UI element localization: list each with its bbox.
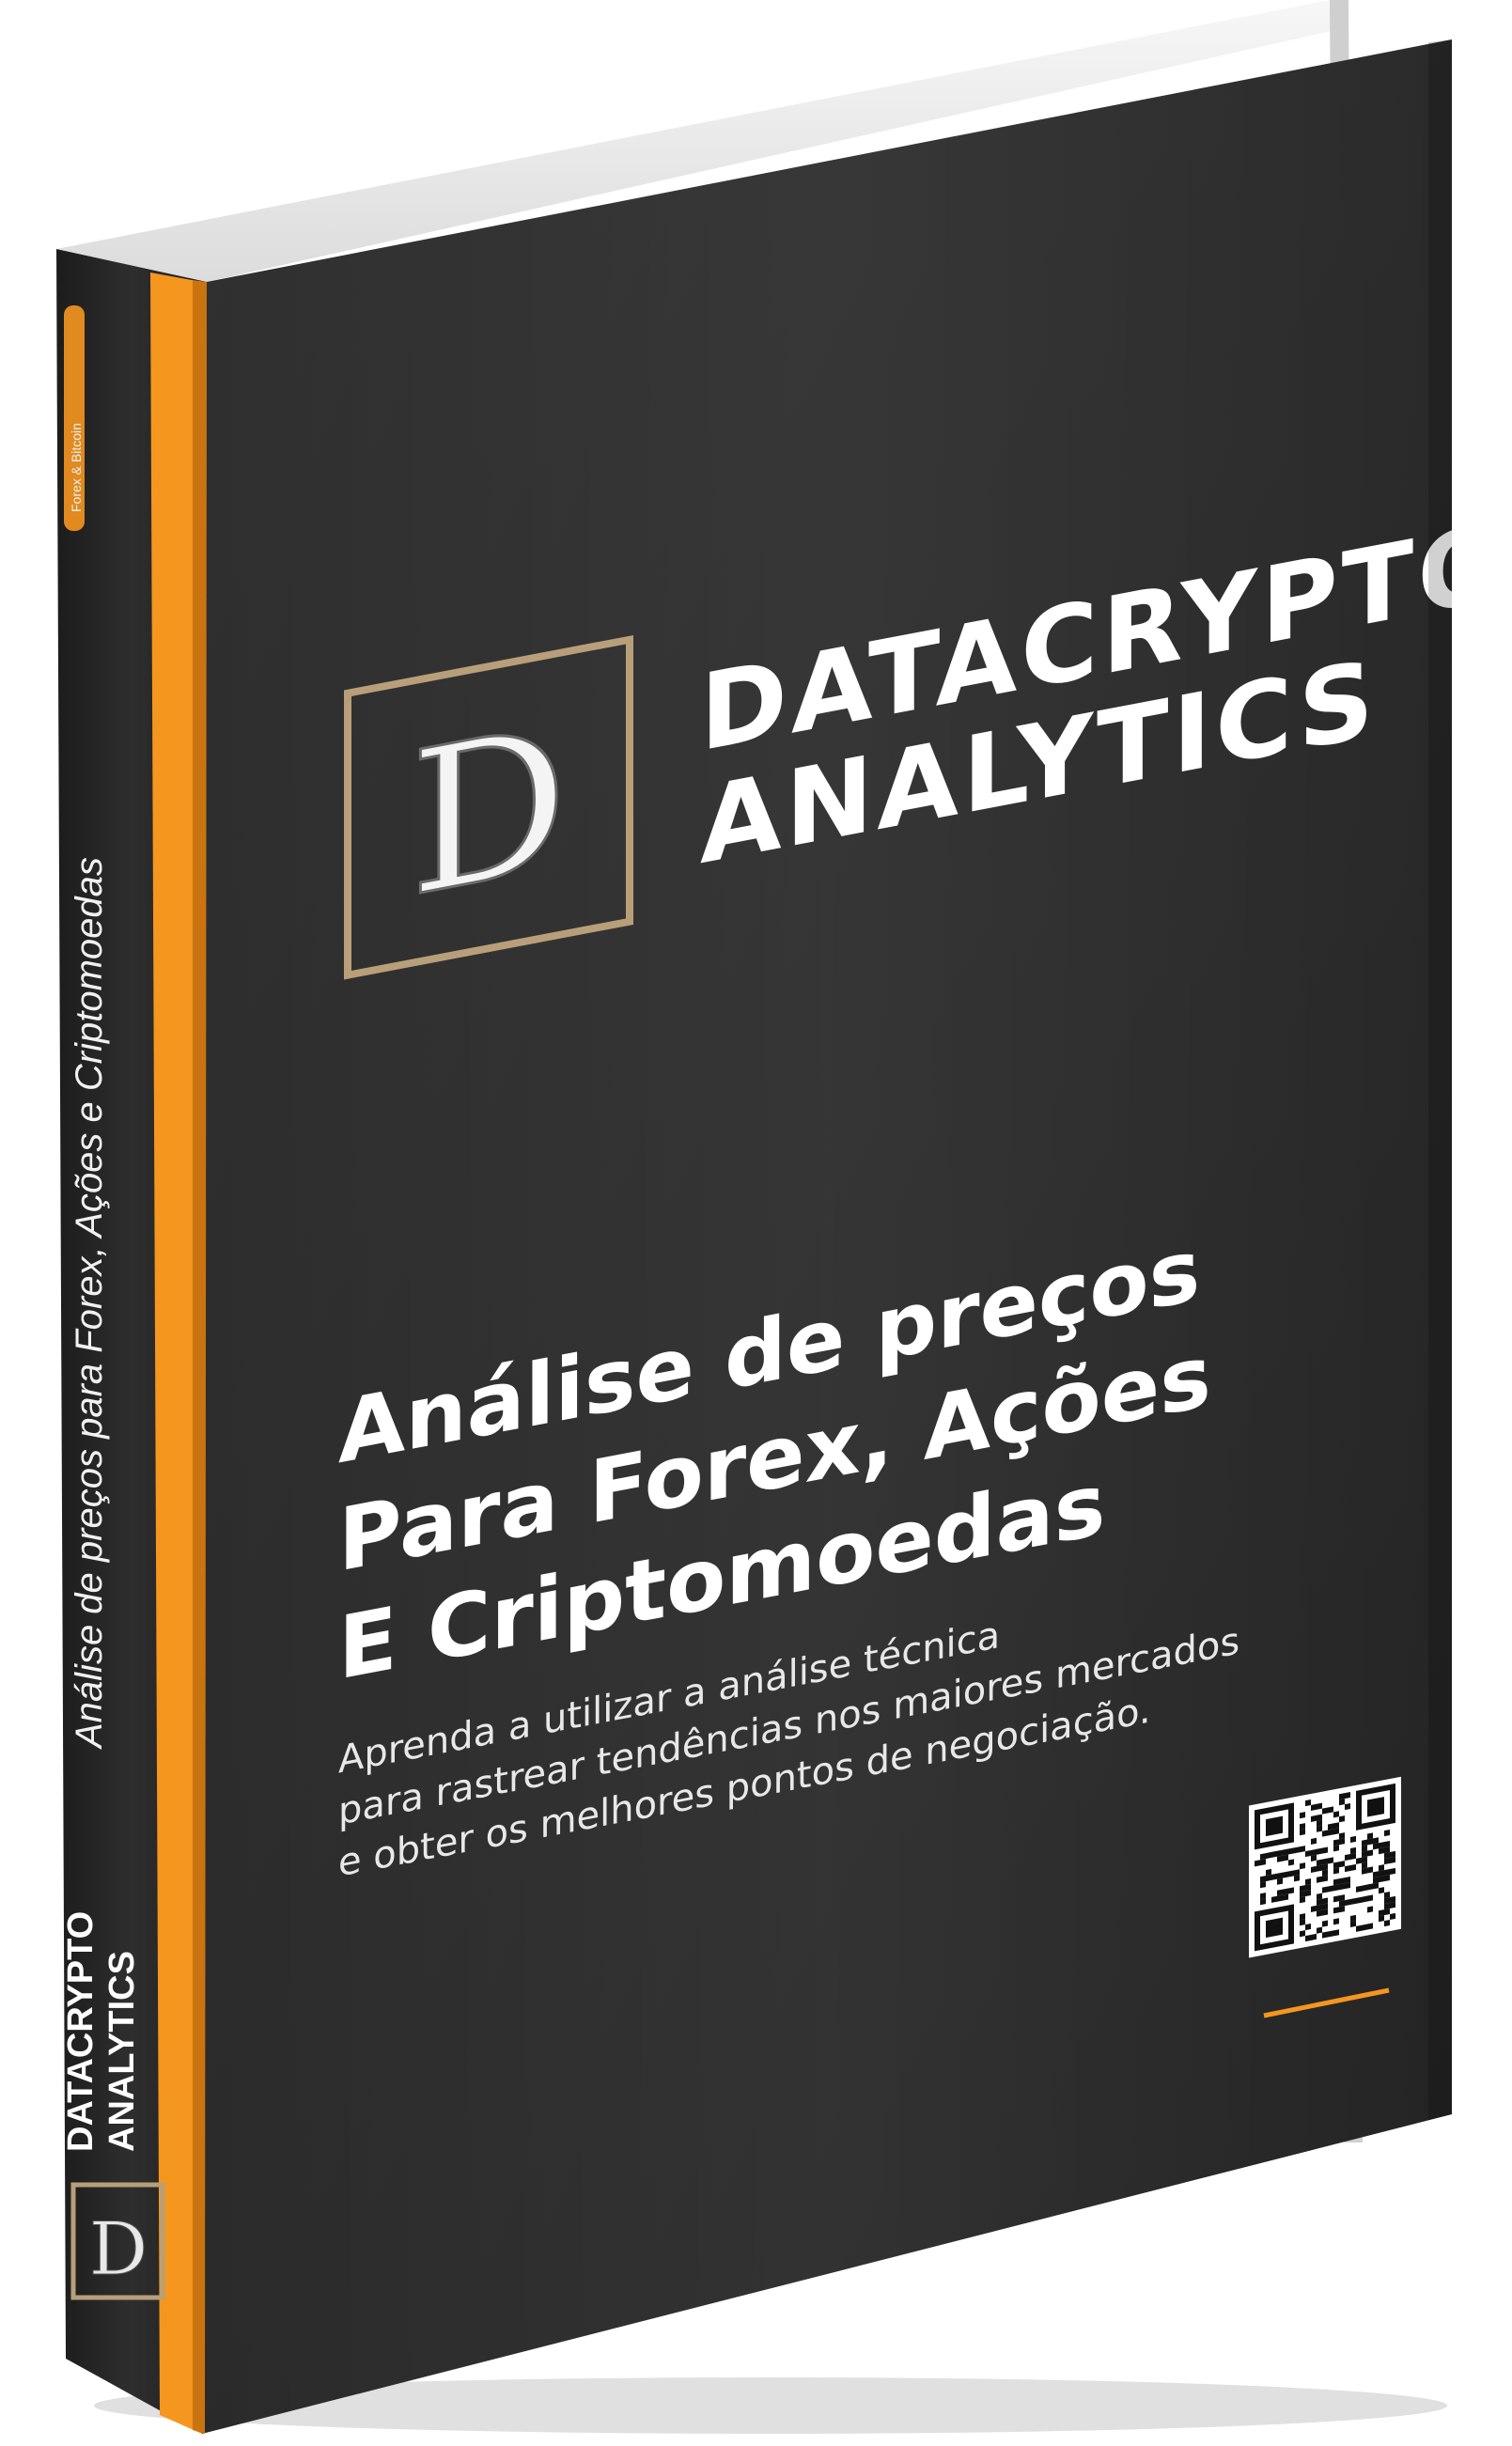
spine-title: Análise de preços para Forex, Ações e Cr… [69,857,110,1750]
logo-letter: D [410,681,568,942]
book-illustration: Forex & Bitcoin Análise de preços para F… [56,0,1510,2434]
spine-brand-line2: ANALYTICS [102,1951,142,2152]
book-mockup: Forex & Bitcoin Análise de preços para F… [0,0,1512,2446]
qr-code-icon [1249,1776,1401,1958]
svg-text:D: D [89,2207,148,2292]
spine-series-tag: Forex & Bitcoin [69,423,84,512]
spine-brand-line1: DATACRYPTO [61,1911,101,2152]
